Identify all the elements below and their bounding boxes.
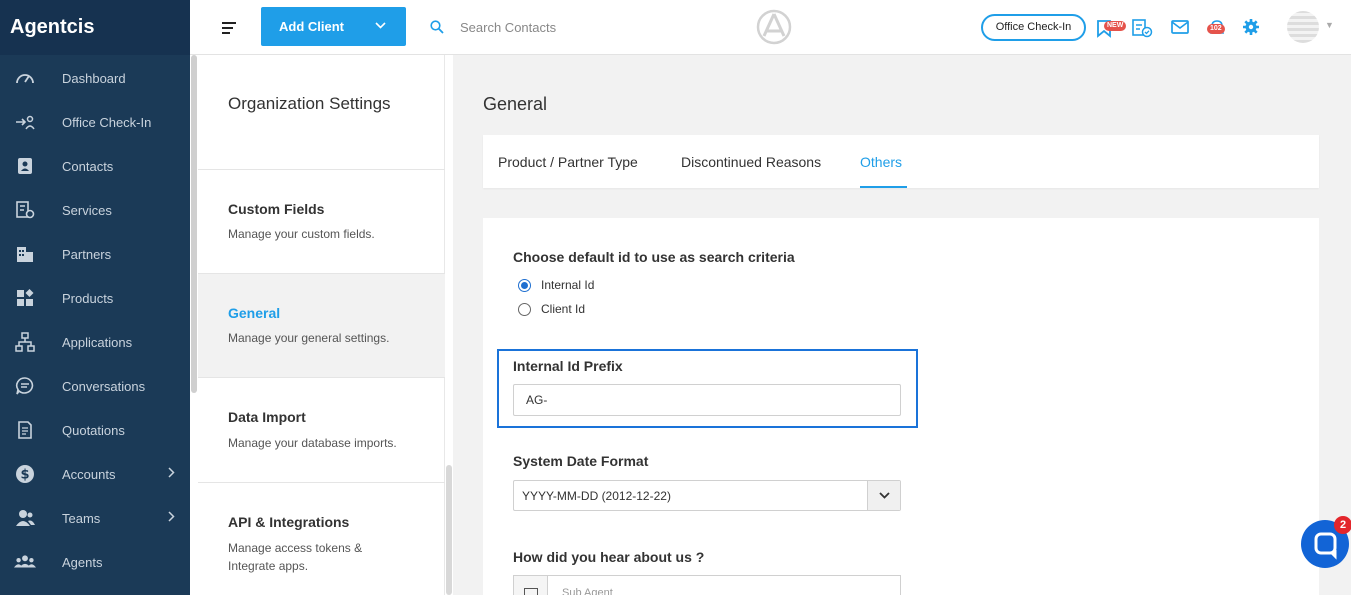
- company-logo-icon: [756, 9, 792, 45]
- hear-about-option[interactable]: Sub Agent: [513, 575, 901, 595]
- sidebar-item-applications[interactable]: Applications: [0, 320, 190, 364]
- chevron-right-icon[interactable]: [168, 511, 175, 525]
- sidebar-item-label: Conversations: [62, 378, 146, 394]
- sidebar-item-label: Agents: [62, 554, 103, 570]
- internal-id-prefix-label: Internal Id Prefix: [513, 358, 623, 374]
- settings-item-title: Data Import: [228, 409, 306, 425]
- sidebar-item-label: Dashboard: [62, 70, 126, 86]
- avatar[interactable]: [1287, 11, 1319, 43]
- settings-item-desc: Manage access tokens & Integrate apps.: [228, 541, 363, 573]
- sidebar-item-agents[interactable]: Agents: [0, 540, 190, 584]
- page-title: General: [483, 94, 548, 114]
- date-format-select[interactable]: YYYY-MM-DD (2012-12-22): [513, 480, 901, 511]
- settings-item-title: General: [228, 305, 281, 321]
- notification-count-badge: 102: [1207, 24, 1225, 34]
- sidebar-scrollbar[interactable]: [190, 55, 198, 595]
- settings-panel-title: Organization Settings: [228, 94, 391, 113]
- active-tab-indicator: [860, 186, 907, 188]
- sidebar-item-conversations[interactable]: Conversations: [0, 364, 190, 408]
- settings-item-title: API & Integrations: [228, 514, 350, 530]
- sidebar-item-label: Services: [62, 202, 112, 218]
- settings-item-custom-fields[interactable]: Custom Fields Manage your custom fields.: [198, 169, 445, 273]
- office-checkin-button[interactable]: Office Check-In: [981, 14, 1086, 41]
- services-icon: [14, 199, 36, 221]
- settings-item-desc: Manage your general settings.: [228, 331, 390, 345]
- radio-client-id[interactable]: Client Id: [518, 302, 585, 316]
- tab-product-partner-type[interactable]: Product / Partner Type: [498, 154, 638, 170]
- sidebar-item-partners[interactable]: Partners: [0, 232, 190, 276]
- settings-item-general[interactable]: General Manage your general settings.: [198, 273, 445, 377]
- sidebar-item-label: Accounts: [62, 466, 116, 482]
- hear-about-label: How did you hear about us ?: [513, 549, 705, 565]
- settings-item-desc: Manage your custom fields.: [228, 227, 375, 241]
- sidebar-item-label: Contacts: [62, 158, 114, 174]
- settings-item-desc: Manage your database imports.: [228, 436, 397, 450]
- hear-about-option-label: Sub Agent: [562, 587, 613, 595]
- sidebar: Agentcis Dashboard Office Check-In Contact…: [0, 0, 190, 595]
- topbar: Add Client Office Check-In NEW 102 ▼: [190, 0, 1351, 55]
- add-client-button[interactable]: Add Client: [261, 7, 406, 46]
- search-contacts-input[interactable]: [460, 12, 700, 42]
- gear-icon[interactable]: [1242, 18, 1262, 38]
- team-icon: [14, 507, 36, 529]
- sidebar-item-office-check-in[interactable]: Office Check-In: [0, 100, 190, 144]
- sidebar-item-label: Applications: [62, 334, 133, 350]
- add-client-label: Add Client: [279, 19, 344, 34]
- sidebar-scroll-thumb[interactable]: [191, 55, 197, 393]
- check-in-icon: [14, 111, 36, 133]
- search-criteria-label: Choose default id to use as search crite…: [513, 249, 795, 265]
- applications-flow-icon: [14, 331, 36, 353]
- svg-text:$: $: [20, 468, 29, 483]
- tasks-icon[interactable]: [1131, 18, 1153, 38]
- tab-discontinued-reasons[interactable]: Discontinued Reasons: [681, 154, 821, 170]
- internal-id-prefix-input[interactable]: [513, 384, 901, 416]
- avatar-chevron-down-icon[interactable]: ▼: [1325, 20, 1334, 30]
- settings-item-data-import[interactable]: Data Import Manage your database imports…: [198, 377, 445, 482]
- chat-icon: [14, 375, 36, 397]
- date-format-value: YYYY-MM-DD (2012-12-22): [522, 489, 671, 503]
- chevron-down-icon[interactable]: [375, 20, 386, 32]
- contact-card-icon: [14, 155, 36, 177]
- settings-item-title: Custom Fields: [228, 201, 325, 217]
- products-grid-icon: [14, 287, 36, 309]
- settings-panel-scrollbar[interactable]: [445, 55, 453, 595]
- chevron-right-icon[interactable]: [168, 467, 175, 481]
- speedometer-icon: [14, 67, 36, 89]
- date-format-label: System Date Format: [513, 453, 649, 469]
- radio-internal-id[interactable]: Internal Id: [518, 278, 594, 292]
- sidebar-item-contacts[interactable]: Contacts: [0, 144, 190, 188]
- menu-icon[interactable]: [222, 22, 236, 37]
- radio-client-id-label: Client Id: [541, 302, 586, 316]
- chevron-down-icon[interactable]: [867, 481, 900, 510]
- dollar-icon: $: [14, 463, 36, 485]
- document-icon: [14, 419, 36, 441]
- settings-panel: Organization Settings Custom Fields Mana…: [198, 55, 445, 595]
- settings-panel-scroll-thumb[interactable]: [446, 465, 452, 595]
- settings-item-api-integrations[interactable]: API & Integrations Manage access tokens …: [198, 482, 445, 595]
- radio-client-id-button[interactable]: [518, 302, 531, 316]
- agents-icon: [14, 551, 36, 573]
- sidebar-item-label: Partners: [62, 246, 112, 262]
- sidebar-item-label: Products: [62, 290, 114, 306]
- sidebar-item-label: Quotations: [62, 422, 125, 438]
- search-icon[interactable]: [430, 20, 444, 39]
- sidebar-item-services[interactable]: Services: [0, 188, 190, 232]
- brand-logo[interactable]: Agentcis: [0, 0, 190, 55]
- mail-icon[interactable]: [1170, 18, 1190, 38]
- tabs-bar: Product / Partner Type Discontinued Reas…: [483, 135, 1319, 188]
- sidebar-item-products[interactable]: Products: [0, 276, 190, 320]
- hear-about-checkbox[interactable]: [514, 576, 548, 595]
- sidebar-item-label: Office Check-In: [62, 114, 152, 130]
- tab-others[interactable]: Others: [860, 154, 902, 170]
- sidebar-item-quotations[interactable]: Quotations: [0, 408, 190, 452]
- sidebar-item-teams[interactable]: Teams: [0, 496, 190, 540]
- sidebar-item-accounts[interactable]: $ Accounts: [0, 452, 190, 496]
- radio-internal-id-button[interactable]: [518, 278, 531, 292]
- new-badge: NEW: [1104, 21, 1127, 31]
- chat-unread-badge: 2: [1334, 516, 1351, 534]
- sidebar-item-dashboard[interactable]: Dashboard: [0, 56, 190, 100]
- sidebar-item-label: Teams: [62, 510, 101, 526]
- radio-internal-id-label: Internal Id: [541, 278, 595, 292]
- building-icon: [14, 243, 36, 265]
